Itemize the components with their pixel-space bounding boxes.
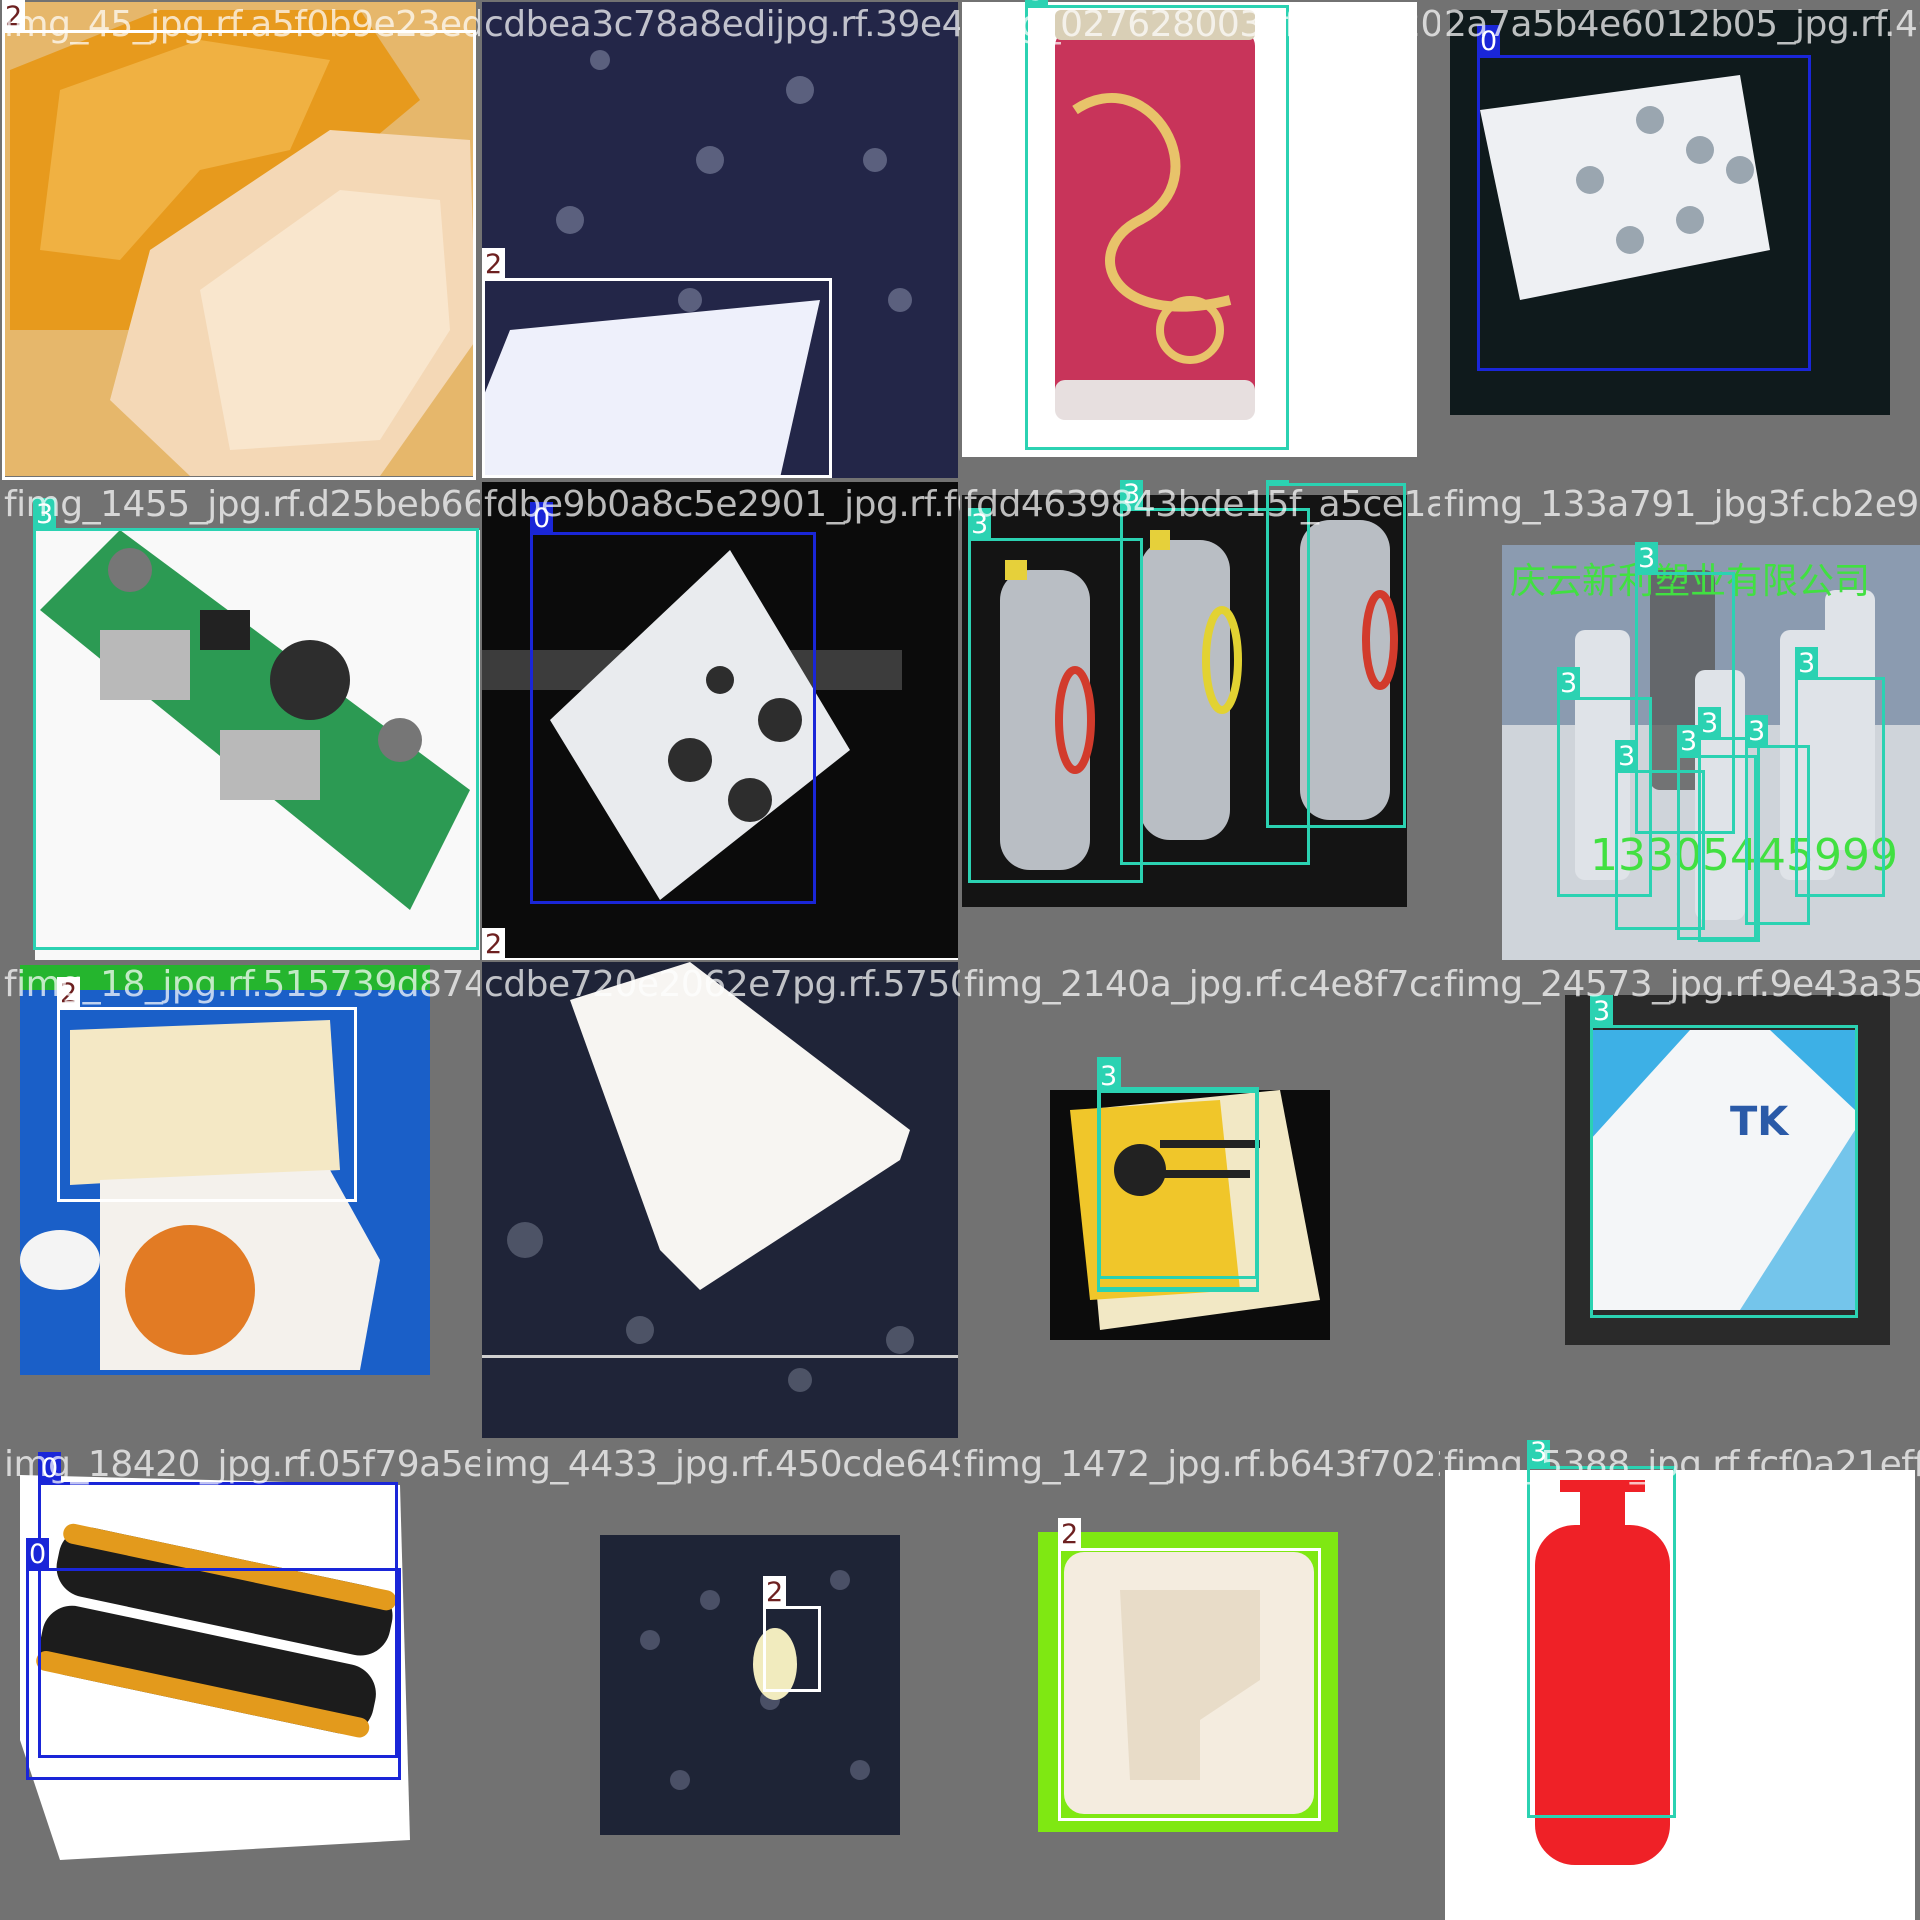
tile-16: 3 fimg_5388_jpg.rf.fcf0a21effb (1440, 1440, 1920, 1920)
tile-filename: 2a7a5b4e6012b05_jpg.rf.46 (1444, 4, 1920, 45)
bbox-class-3: 3 (1590, 995, 1858, 1318)
tile-12: TK 3 fimg_24573_jpg.rf.9e43a35ef (1440, 960, 1920, 1440)
bbox-label: 3 (1795, 647, 1819, 680)
bbox-label: 0 (26, 1538, 50, 1571)
bbox-label: 3 (1097, 1060, 1121, 1093)
bbox-class-3: 3 (33, 498, 479, 950)
tile-5: 3 fimg_1455_jpg.rf.d25beb661d (0, 480, 480, 960)
tile-filename: fdd4639843bde15f_a5ce1a3b4cb98139a791_jb… (964, 484, 1440, 525)
tile-3: 3 fimg_0276280030f612df204f32a7a5b4e6012… (960, 0, 1440, 480)
tile-filename: fimg_0276280030f612df204f32a7a5b4e6012b (964, 4, 1440, 45)
tile-filename: fdbe9b0a8c5e2901_jpg.rf.f0cfd4 (484, 484, 960, 525)
bbox-label: 3 (1698, 707, 1722, 740)
bbox-class-3: 3 (1025, 0, 1289, 450)
tile-image (1445, 1470, 1915, 1920)
bbox-class-3: 3 (968, 508, 1143, 883)
tile-filename: img_18420_jpg.rf.05f79a5eeff (4, 1444, 480, 1485)
tile-filename: fimg_1455_jpg.rf.d25beb661d (4, 484, 480, 525)
bbox-label: 3 (1677, 725, 1701, 758)
tile-14: 2 img_4433_jpg.rf.450cde6498bfa (480, 1440, 960, 1920)
bbox-class-0: 0 (530, 502, 816, 904)
bbox-class-2: 2 (482, 248, 832, 478)
tile-6: 0 2 fdbe9b0a8c5e2901_jpg.rf.f0cfd4 (480, 480, 960, 960)
tile-filename: img_4433_jpg.rf.450cde6498bfa (484, 1444, 960, 1485)
bbox-label: 2 (763, 1576, 787, 1609)
bbox-label: 3 (1557, 667, 1581, 700)
bbox-label: 3 (1745, 715, 1769, 748)
tile-8: 庆云新利塑业有限公司 13305445999 3 3 3 3 3 3 3 fim… (1440, 480, 1920, 960)
tile-10: cdbe720e2062e7pg.rf.5750a9d31e02403 (480, 960, 960, 1440)
bbox-class-3: 3 (1527, 1440, 1676, 1818)
tile-4: 0 2a7a5b4e6012b05_jpg.rf.46 (1440, 0, 1920, 480)
tile-filename: fimg_2140a_jpg.rf.c4e8f7ca0589d (964, 964, 1440, 1005)
bbox-class-2: 2 (57, 977, 357, 1202)
tile-15: 2 fimg_1472_jpg.rf.b643f7022dfd (960, 1440, 1440, 1920)
tile-filename: img_45_jpg.rf.a5f0b9e23eda0b2833a7e235e (4, 4, 480, 45)
tile-image (482, 962, 958, 1438)
tile-1: 2 img_45_jpg.rf.a5f0b9e23eda0b2833a7e235… (0, 0, 480, 480)
tile-filename: fimg_24573_jpg.rf.9e43a35ef (1444, 964, 1920, 1005)
tile-2: 2 cdbea3c78a8edijpg.rf.39e452f7f1c3c3a06… (480, 0, 960, 480)
tile-filename: cdbe720e2062e7pg.rf.5750a9d31e02403 (484, 964, 960, 1005)
tile-filename: fimg_5388_jpg.rf.fcf0a21effb (1444, 1444, 1920, 1485)
bbox-class-2: 2 (1058, 1518, 1321, 1821)
tile-image (600, 1535, 900, 1835)
bbox-class-2: 2 (763, 1576, 821, 1692)
bbox-class-3: 3 (1097, 1060, 1259, 1290)
bbox-label: 3 (1635, 542, 1659, 575)
tile-filename: cdbea3c78a8edijpg.rf.39e452f7f1c3c3a063d… (484, 4, 960, 45)
bbox-class-3: 3 (1266, 480, 1406, 828)
bbox-class-0: 0 (1477, 25, 1811, 371)
tile-filename: fimg_133a791_jbg3f.cb2e9d601 (1444, 484, 1920, 525)
tile-9: 2 fimg_18_jpg.rf.515739d874eadb (0, 960, 480, 1440)
tile-filename: fimg_1472_jpg.rf.b643f7022dfd (964, 1444, 1440, 1485)
bbox-class-0: 0 (26, 1538, 401, 1780)
tile-13: 0 0 img_18420_jpg.rf.05f79a5eeff (0, 1440, 480, 1920)
tile-11: 3 3 3 3 fimg_2140a_jpg.rf.c4e8f7ca0589d (960, 960, 1440, 1440)
bbox-label: 2 (482, 248, 506, 281)
mosaic-grid: 2 img_45_jpg.rf.a5f0b9e23eda0b2833a7e235… (0, 0, 1920, 1920)
bbox-label: 2 (482, 928, 506, 960)
bbox-class-3: 3 (1745, 715, 1810, 925)
bbox-class-2: 2 (2, 0, 476, 480)
bbox-label: 2 (1058, 1518, 1082, 1551)
tile-7: 3 3 3 fdd4639843bde15f_a5ce1a3b4cb98139a… (960, 480, 1440, 960)
bbox-label: 3 (1615, 740, 1639, 773)
tile-filename: fimg_18_jpg.rf.515739d874eadb (4, 964, 480, 1005)
